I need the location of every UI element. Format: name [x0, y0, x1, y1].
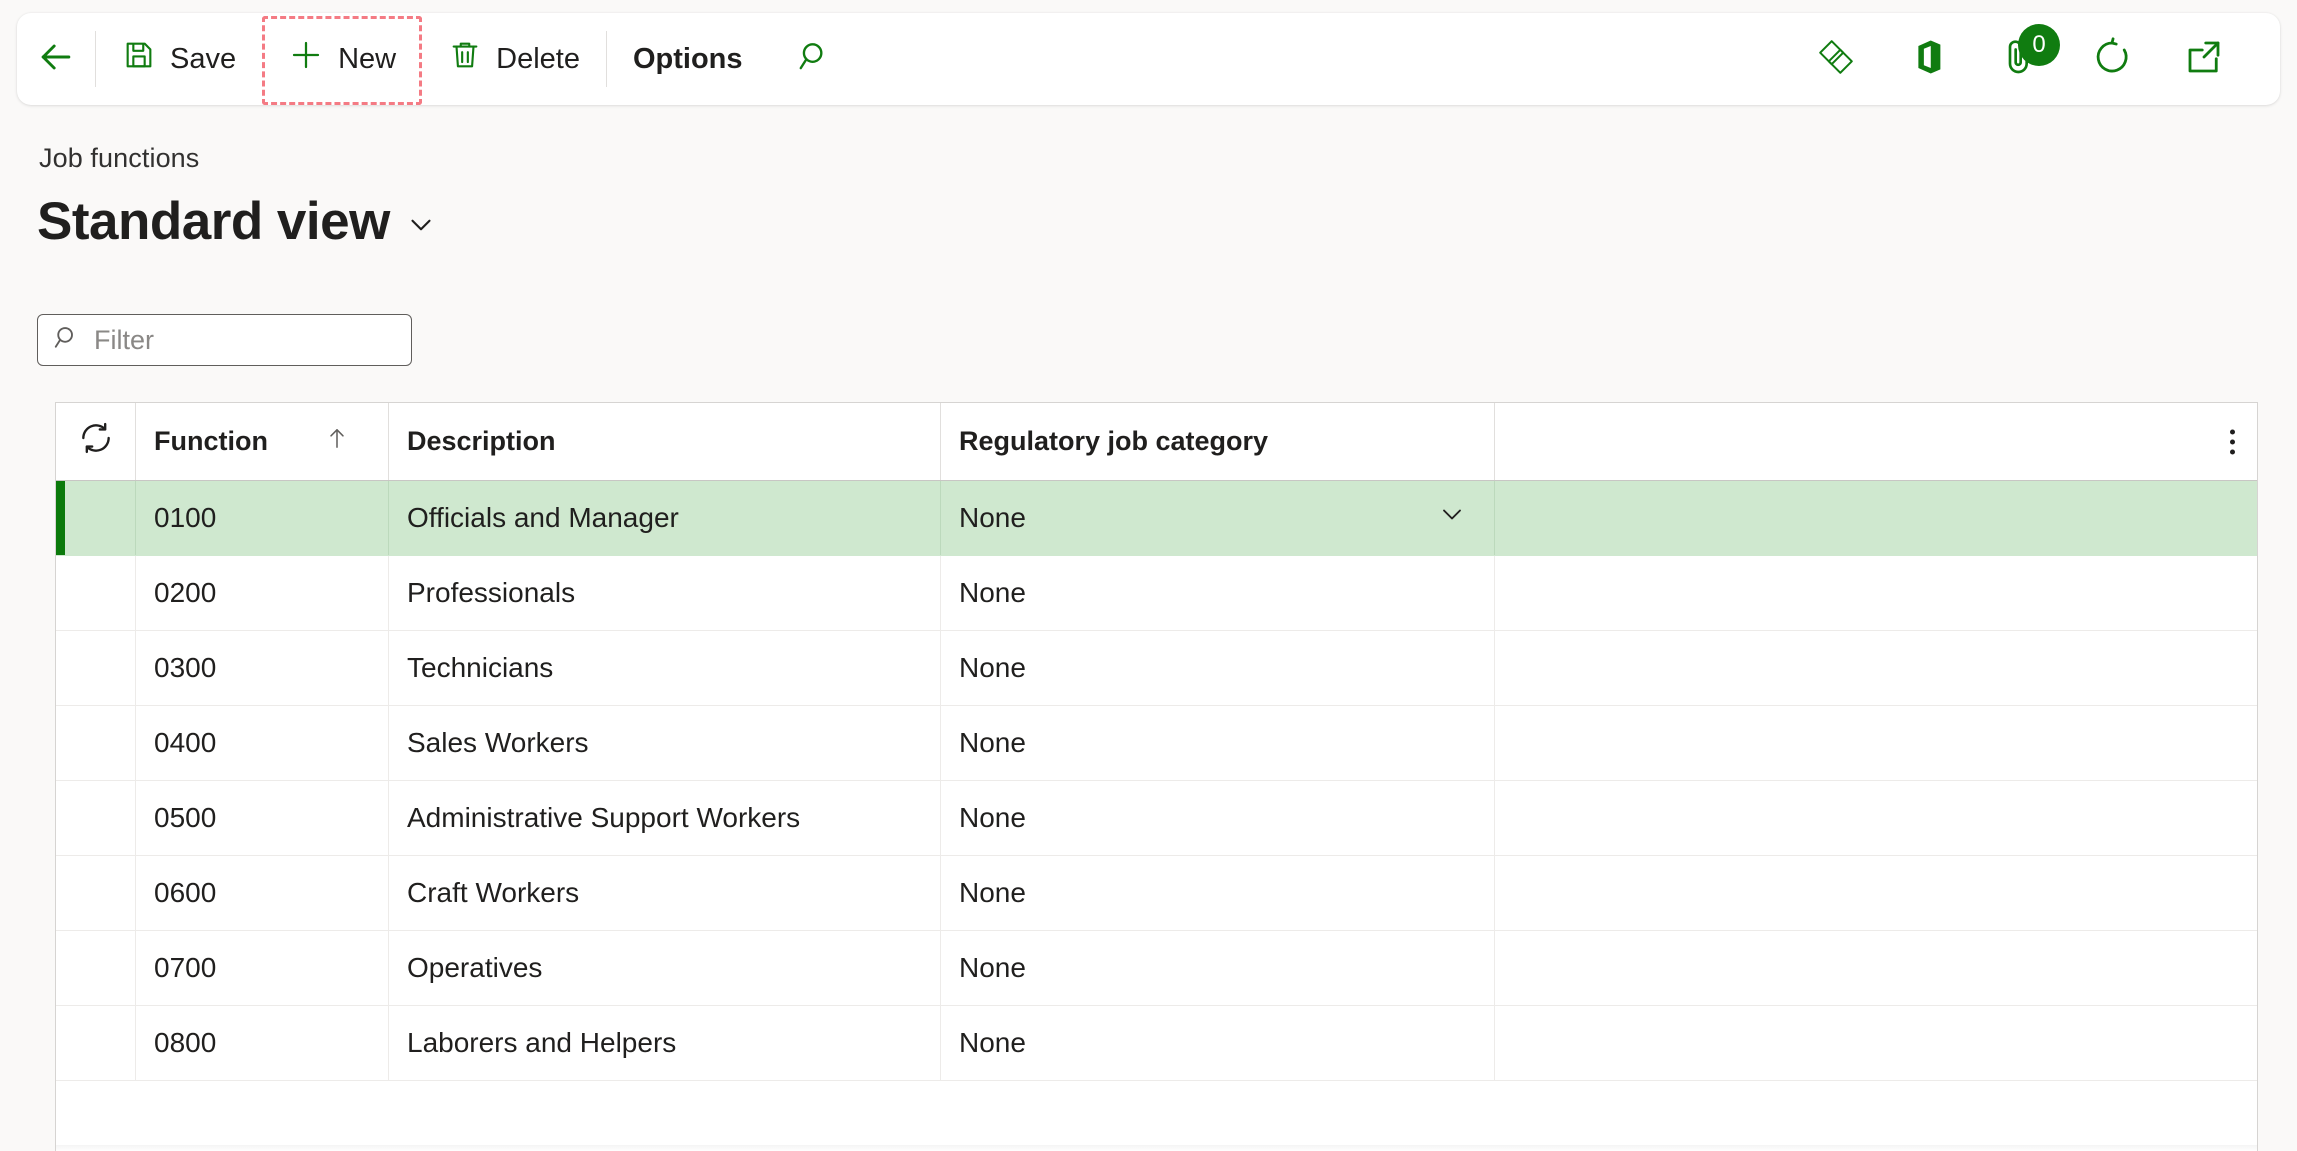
arrow-left-icon [34, 35, 78, 84]
command-bar-left-group: Save New Delete Options [17, 13, 861, 105]
cell-description[interactable]: Technicians [389, 631, 941, 705]
cell-regulatory-job-category[interactable]: None [941, 556, 1495, 630]
cell-regulatory-job-category[interactable]: None [941, 631, 1495, 705]
grid-header-row: Function Description Regulatory job cate… [56, 403, 2257, 481]
plus-icon [288, 37, 324, 81]
options-button[interactable]: Options [607, 13, 769, 105]
cell-filler [1495, 931, 2257, 1005]
cell-description[interactable]: Laborers and Helpers [389, 1006, 941, 1080]
chevron-down-icon [404, 208, 438, 247]
sync-icon [77, 419, 115, 464]
column-header-function-label: Function [154, 426, 268, 456]
row-selection-marker [56, 481, 136, 555]
table-row[interactable]: 0600 Craft Workers None [56, 856, 2257, 931]
row-selection-marker [56, 1006, 136, 1080]
cell-function[interactable]: 0400 [136, 706, 389, 780]
row-selection-marker [56, 931, 136, 1005]
filter-input[interactable] [94, 324, 397, 356]
filter-box[interactable] [37, 314, 412, 366]
column-header-description-label: Description [407, 426, 556, 456]
row-selection-marker [56, 556, 136, 630]
power-platform-button[interactable] [1790, 13, 1882, 105]
open-in-new-window-button[interactable] [2158, 13, 2250, 105]
command-bar: Save New Delete Options 0 [17, 13, 2280, 105]
page-title: Standard view [37, 192, 390, 251]
search-button[interactable] [769, 13, 861, 105]
grid-options-kebab-icon[interactable] [2230, 429, 2235, 454]
delete-button-label: Delete [496, 42, 580, 75]
search-icon [796, 38, 834, 81]
search-icon [52, 323, 82, 358]
table-row[interactable]: 0300 Technicians None [56, 631, 2257, 706]
cell-function[interactable]: 0800 [136, 1006, 389, 1080]
row-selection-marker [56, 706, 136, 780]
cell-filler [1495, 781, 2257, 855]
options-button-label: Options [632, 42, 743, 75]
cell-description[interactable]: Professionals [389, 556, 941, 630]
table-row[interactable]: 0800 Laborers and Helpers None [56, 1006, 2257, 1081]
table-row[interactable]: 0700 Operatives None [56, 931, 2257, 1006]
back-button[interactable] [17, 13, 95, 105]
open-in-new-window-icon [2183, 36, 2225, 83]
sort-ascending-icon [324, 423, 350, 460]
table-row[interactable]: 0400 Sales Workers None [56, 706, 2257, 781]
cell-description[interactable]: Administrative Support Workers [389, 781, 941, 855]
attachment-count-badge: 0 [2018, 24, 2060, 66]
cell-function[interactable]: 0100 [136, 481, 389, 555]
cell-regulatory-job-category[interactable]: None [941, 706, 1495, 780]
table-row[interactable]: 0100 Officials and Manager None [56, 481, 2257, 556]
trash-icon [448, 38, 482, 80]
grid-refresh-button[interactable] [56, 403, 136, 480]
cell-description[interactable]: Operatives [389, 931, 941, 1005]
cell-regulatory-value: None [959, 502, 1026, 533]
refresh-button[interactable] [2066, 13, 2158, 105]
chevron-down-icon[interactable] [1436, 499, 1468, 538]
view-selector[interactable]: Standard view [37, 192, 438, 251]
cell-description[interactable]: Sales Workers [389, 706, 941, 780]
save-button[interactable]: Save [96, 13, 262, 105]
command-bar-right-group: 0 [1790, 13, 2280, 105]
office-app-button[interactable] [1882, 13, 1974, 105]
cell-regulatory-job-category[interactable]: None [941, 781, 1495, 855]
breadcrumb: Job functions [39, 143, 200, 173]
power-platform-icon [1813, 34, 1859, 85]
cell-function[interactable]: 0600 [136, 856, 389, 930]
refresh-icon [2091, 36, 2133, 83]
cell-filler [1495, 706, 2257, 780]
column-header-filler [1495, 403, 2257, 480]
office-icon [1906, 35, 1950, 84]
cell-function[interactable]: 0700 [136, 931, 389, 1005]
table-row[interactable]: 0200 Professionals None [56, 556, 2257, 631]
cell-regulatory-job-category[interactable]: None [941, 931, 1495, 1005]
cell-filler [1495, 1006, 2257, 1080]
delete-button[interactable]: Delete [422, 13, 606, 105]
save-icon [122, 38, 156, 80]
new-button[interactable]: New [262, 13, 423, 105]
cell-filler [1495, 481, 2223, 555]
cell-filler [1495, 856, 2257, 930]
row-selection-marker [56, 856, 136, 930]
cell-filler [1495, 556, 2257, 630]
data-grid: Function Description Regulatory job cate… [55, 402, 2258, 1151]
horizontal-scrollbar[interactable] [56, 1145, 2257, 1151]
column-header-function[interactable]: Function [136, 403, 389, 480]
column-header-regulatory-job-category[interactable]: Regulatory job category [941, 403, 1495, 480]
table-row[interactable]: 0500 Administrative Support Workers None [56, 781, 2257, 856]
attachments-button[interactable]: 0 [1974, 13, 2066, 105]
row-selection-marker [56, 781, 136, 855]
new-button-label: New [338, 42, 397, 75]
cell-filler [1495, 631, 2257, 705]
cell-description[interactable]: Craft Workers [389, 856, 941, 930]
cell-regulatory-job-category[interactable]: None [941, 481, 1495, 555]
cell-regulatory-job-category[interactable]: None [941, 1006, 1495, 1080]
column-header-description[interactable]: Description [389, 403, 941, 480]
cell-function[interactable]: 0200 [136, 556, 389, 630]
cell-description[interactable]: Officials and Manager [389, 481, 941, 555]
row-selection-marker [56, 631, 136, 705]
cell-function[interactable]: 0300 [136, 631, 389, 705]
cell-function[interactable]: 0500 [136, 781, 389, 855]
column-header-regulatory-job-category-label: Regulatory job category [959, 426, 1269, 456]
cell-regulatory-job-category[interactable]: None [941, 856, 1495, 930]
save-button-label: Save [170, 42, 237, 75]
